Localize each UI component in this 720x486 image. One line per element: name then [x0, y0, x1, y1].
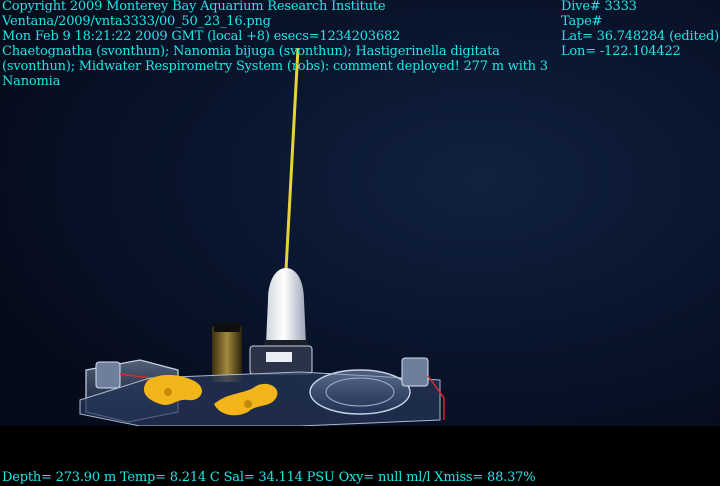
tape-number: Tape#: [561, 14, 603, 29]
copyright-line: Copyright 2009 Monterey Bay Aquarium Res…: [2, 0, 386, 14]
right-chamber: [309, 369, 411, 415]
right-post: [401, 357, 429, 387]
annotation-line-1: Chaetognatha (svonthun); Nanomia bijuga …: [2, 44, 500, 59]
file-path-line: Ventana/2009/vnta3333/00_50_23_16.png: [2, 14, 271, 29]
dive-number: Dive# 3333: [561, 0, 637, 14]
annotation-line-2: (svonthun); Midwater Respirometry System…: [2, 59, 548, 74]
timestamp-line: Mon Feb 9 18:21:22 2009 GMT (local +8) e…: [2, 29, 401, 44]
metadata-overlay-right: Dive# 3333 Tape# Lat= 36.748284 (edited)…: [561, 0, 719, 59]
underwater-video-frame: Copyright 2009 Monterey Bay Aquarium Res…: [0, 0, 720, 486]
latitude: Lat= 36.748284 (edited): [561, 29, 720, 44]
white-float: [266, 268, 306, 344]
longitude: Lon= -122.104422: [561, 44, 681, 59]
brass-canister: [212, 326, 242, 382]
sensor-readout: Depth= 273.90 m Temp= 8.214 C Sal= 34.11…: [2, 470, 536, 485]
annotation-line-3: Nanomia: [2, 74, 61, 89]
metadata-overlay-left: Copyright 2009 Monterey Bay Aquarium Res…: [2, 0, 548, 89]
